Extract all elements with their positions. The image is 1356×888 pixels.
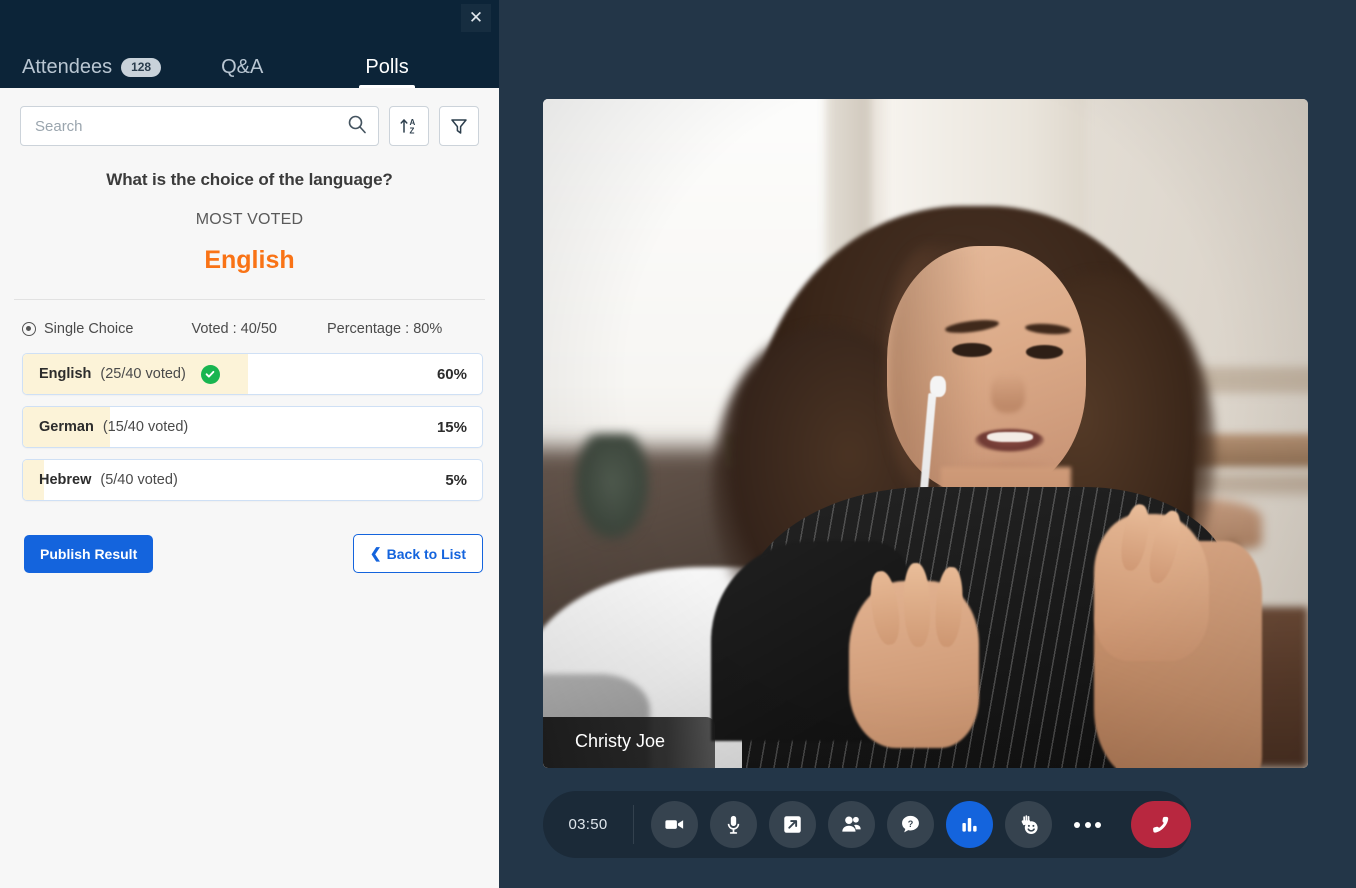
microphone-button[interactable]	[710, 801, 757, 848]
tab-polls[interactable]: Polls	[359, 56, 416, 88]
share-screen-icon	[784, 816, 801, 833]
polls-button[interactable]	[946, 801, 993, 848]
tab-qa[interactable]: Q&A	[221, 56, 263, 88]
ellipsis-icon	[1074, 821, 1101, 828]
back-to-list-button[interactable]: ❮ Back to List	[352, 534, 483, 573]
poll-type: Single Choice	[22, 321, 133, 337]
option-votes: (5/40 voted)	[100, 472, 178, 488]
option-percent: 5%	[445, 471, 467, 489]
option-votes: (25/40 voted)	[100, 366, 186, 382]
poll-voted-stat: Voted : 40/50	[191, 321, 277, 337]
svg-text:Z: Z	[410, 126, 415, 135]
most-voted-label: MOST VOTED	[195, 211, 304, 228]
video-camera-icon	[665, 820, 684, 829]
reactions-button[interactable]	[1005, 801, 1052, 848]
filter-button[interactable]	[439, 106, 479, 146]
close-icon[interactable]: ✕	[461, 4, 491, 32]
publish-result-button[interactable]: Publish Result	[24, 534, 154, 573]
meeting-timer: 03:50	[543, 805, 634, 844]
radio-button-icon	[22, 322, 36, 336]
tab-polls-label: Polls	[365, 56, 409, 78]
filter-funnel-icon	[451, 119, 467, 134]
tab-qa-label: Q&A	[221, 56, 264, 78]
bar-chart-icon	[962, 817, 977, 832]
meeting-control-bar: 03:50 ?	[543, 791, 1191, 858]
participants-button[interactable]	[828, 801, 875, 848]
sort-az-icon	[400, 119, 408, 133]
share-screen-button[interactable]	[769, 801, 816, 848]
svg-text:?: ?	[908, 819, 914, 829]
microphone-icon	[727, 815, 740, 834]
option-percent: 60%	[436, 365, 467, 383]
poll-meta-row: Single Choice Voted : 40/50 Percentage :…	[0, 300, 499, 337]
search-icon[interactable]	[347, 114, 367, 139]
poll-option-row[interactable]: English (25/40 voted) 60%	[22, 353, 483, 395]
back-to-list-label: Back to List	[386, 545, 466, 562]
panel-header: ✕ Attendees 128 Q&A Polls	[0, 0, 499, 88]
option-label: English	[39, 366, 92, 382]
option-label: Hebrew	[39, 472, 92, 488]
poll-option-row[interactable]: Hebrew (5/40 voted) 5%	[22, 459, 483, 501]
camera-button[interactable]	[651, 801, 698, 848]
selected-check-icon	[200, 364, 220, 384]
poll-header: What is the choice of the language? MOST…	[0, 146, 499, 275]
phone-hangup-icon	[1153, 816, 1169, 833]
participants-icon	[842, 816, 861, 832]
hangup-button[interactable]	[1131, 801, 1191, 848]
video-stage: Christy Joe 03:50 ?	[499, 0, 1356, 888]
most-voted-value: English	[204, 246, 295, 274]
question-bubble-icon: ?	[902, 815, 919, 833]
poll-actions: Publish Result ❮ Back to List	[0, 512, 499, 573]
sort-az-button[interactable]: A Z	[389, 106, 429, 146]
option-percent: 15%	[436, 418, 467, 436]
search-box[interactable]	[20, 106, 379, 146]
poll-option-row[interactable]: German (15/40 voted) 15%	[22, 406, 483, 448]
poll-type-label: Single Choice	[44, 321, 134, 337]
qa-button[interactable]: ?	[887, 801, 934, 848]
raise-hand-smiley-icon	[1021, 814, 1038, 834]
tab-attendees-label: Attendees	[22, 56, 113, 78]
poll-question: What is the choice of the language?	[106, 170, 393, 189]
chevron-left-icon: ❮	[369, 545, 382, 561]
video-vignette	[543, 99, 1308, 768]
search-toolbar: A Z	[0, 88, 499, 146]
search-input[interactable]	[35, 117, 347, 135]
poll-percentage-stat: Percentage : 80%	[326, 321, 443, 337]
participant-name-label: Christy Joe	[543, 717, 715, 768]
panel-tab-bar: Attendees 128 Q&A Polls	[0, 42, 499, 88]
polls-side-panel: ✕ Attendees 128 Q&A Polls Search A Z Wha…	[0, 0, 499, 888]
participant-video-tile[interactable]: Christy Joe	[543, 99, 1308, 768]
option-votes: (15/40 voted)	[102, 419, 189, 435]
attendees-count-badge: 128	[121, 58, 162, 77]
tab-attendees[interactable]: Attendees 128	[22, 56, 162, 88]
poll-options-list: English (25/40 voted) 60% German (15/40 …	[0, 337, 499, 512]
option-label: German	[39, 419, 94, 435]
more-options-button[interactable]	[1064, 801, 1111, 848]
